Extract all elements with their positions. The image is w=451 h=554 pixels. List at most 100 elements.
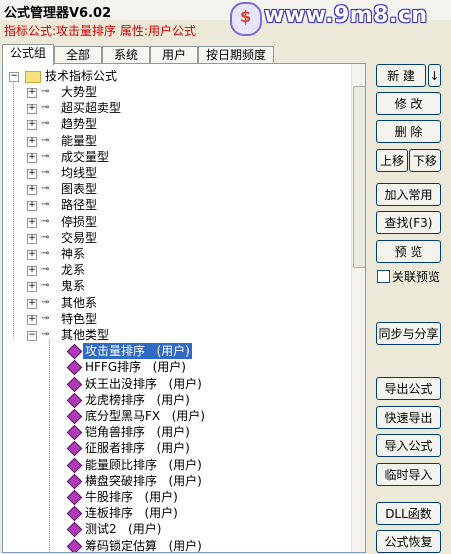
folder-icon	[25, 71, 41, 83]
tree-formula-label: 连板排序 (用户)	[83, 505, 180, 521]
window-title: 公式管理器V6.02	[4, 6, 112, 21]
move-down-button[interactable]: 下移	[409, 149, 441, 172]
tree-group[interactable]: + ⊸ 交易型	[3, 230, 343, 246]
tree-formula[interactable]: 横盘突破排序 (用户)	[3, 473, 343, 490]
dll-function-button[interactable]: DLL函数	[376, 502, 441, 525]
collapse-icon[interactable]: −	[9, 72, 19, 82]
formula-attr: (用户)	[156, 441, 190, 456]
scrollbar-thumb[interactable]	[353, 86, 365, 268]
temp-import-button[interactable]: 临时导入	[376, 463, 441, 486]
tree-group[interactable]: + ⊸ 龙系	[3, 262, 343, 278]
tree-group[interactable]: + ⊸ 成交量型	[3, 149, 343, 165]
key-icon: ⊸	[41, 86, 50, 97]
tree-group[interactable]: + ⊸ 停损型	[3, 214, 343, 230]
tree-formula[interactable]: 连板排序 (用户)	[3, 505, 343, 522]
formula-name: 牛股排序	[85, 490, 134, 504]
vertical-scrollbar[interactable]	[351, 64, 365, 552]
tree-group[interactable]: + ⊸ 特色型	[3, 311, 343, 327]
new-dropdown-button[interactable]: ↓	[428, 64, 441, 87]
formula-restore-button[interactable]: 公式恢复	[376, 530, 441, 553]
tab-system[interactable]: 系统	[102, 46, 150, 64]
tab-all[interactable]: 全部	[54, 46, 102, 64]
quick-export-button[interactable]: 快速导出	[376, 406, 441, 429]
tree-formula[interactable]: 妖王出没排序 (用户)	[3, 376, 343, 392]
tree-formula[interactable]: 能量顾比排序 (用户)	[3, 457, 343, 473]
tree-group-label: 停损型	[61, 214, 98, 229]
formula-icon	[66, 457, 83, 473]
formula-attr: (用户)	[168, 538, 202, 553]
tree-group[interactable]: + ⊸ 路径型	[3, 197, 343, 213]
expand-icon[interactable]: +	[27, 233, 37, 244]
expand-icon[interactable]: +	[27, 266, 37, 277]
expand-icon[interactable]: +	[27, 314, 37, 325]
tree-formula[interactable]: 底分型黑马FX (用户)	[3, 408, 343, 425]
expand-icon[interactable]: +	[27, 201, 37, 212]
tree-group[interactable]: + ⊸ 趋势型	[3, 116, 343, 132]
tree-formula[interactable]: 牛股排序 (用户)	[3, 489, 343, 506]
tree-group-label: 图表型	[61, 182, 98, 197]
modify-button[interactable]: 修 改	[376, 92, 441, 115]
formula-attr: (用户)	[168, 473, 202, 488]
tree-formula[interactable]: HFFG排序 (用户)	[3, 359, 343, 376]
add-common-button[interactable]: 加入常用	[376, 183, 441, 206]
formula-attr: (用户)	[152, 360, 186, 375]
tree-group-label: 超买超卖型	[61, 101, 122, 116]
tree-formula-label: 铠角兽排序 (用户)	[83, 424, 192, 440]
tree-group[interactable]: + ⊸ 图表型	[3, 181, 343, 197]
expand-icon[interactable]: +	[27, 217, 37, 228]
expand-icon[interactable]: +	[27, 104, 37, 115]
tree-formula[interactable]: 铠角兽排序 (用户)	[3, 424, 343, 441]
tree-group[interactable]: + ⊸ 鬼系	[3, 278, 343, 294]
tree-group-label: 其他类型	[61, 328, 110, 342]
link-preview-checkbox[interactable]	[377, 270, 390, 283]
tree-root[interactable]: − 技术指标公式	[3, 68, 343, 84]
formula-icon	[66, 522, 83, 538]
tree-group-label: 交易型	[61, 230, 98, 245]
tab-user[interactable]: 用户	[150, 46, 198, 64]
tree-formula-label: 牛股排序 (用户)	[83, 489, 180, 505]
expand-icon[interactable]: +	[27, 136, 37, 147]
find-button[interactable]: 查找(F3)	[376, 211, 441, 234]
tree-group[interactable]: + ⊸ 其他系	[3, 295, 343, 311]
expand-icon[interactable]: +	[27, 120, 37, 131]
formula-info: 指标公式:攻击量排序 属性:用户公式	[4, 22, 196, 39]
preview-button[interactable]: 预 览	[376, 240, 441, 263]
tree-group[interactable]: + ⊸ 均线型	[3, 165, 343, 181]
tab-by-date-freq[interactable]: 按日期频度	[198, 46, 274, 64]
tree-formula[interactable]: 龙虎榜排序 (用户)	[3, 392, 343, 409]
tree-root-label: 技术指标公式	[45, 69, 118, 83]
move-up-button[interactable]: 上移	[376, 149, 408, 172]
collapse-icon[interactable]: −	[27, 331, 37, 341]
tree-group[interactable]: + ⊸ 大势型	[3, 84, 343, 100]
delete-button[interactable]: 删 除	[376, 120, 441, 143]
expand-icon[interactable]: +	[27, 152, 37, 163]
expand-icon[interactable]: +	[27, 88, 37, 98]
formula-attr: (用户)	[156, 425, 190, 440]
new-button[interactable]: 新 建	[376, 64, 426, 87]
export-formula-button[interactable]: 导出公式	[376, 377, 441, 400]
sync-share-button[interactable]: 同步与分享	[376, 322, 441, 345]
tree-group[interactable]: + ⊸ 超买超卖型	[3, 100, 343, 116]
formula-icon	[66, 441, 83, 457]
tree-formula[interactable]: 测试2 (用户)	[3, 521, 343, 538]
expand-icon[interactable]: +	[27, 282, 37, 293]
tree-formula-label: 龙虎榜排序 (用户)	[83, 392, 192, 408]
tree-group[interactable]: + ⊸ 神系	[3, 246, 343, 262]
expand-icon[interactable]: +	[27, 250, 37, 260]
tab-formula-group[interactable]: 公式组	[2, 44, 54, 65]
link-preview-label: 关联预览	[392, 270, 441, 284]
formula-attr: (用户)	[168, 376, 202, 391]
info-formula-name: 攻击量排序	[56, 24, 117, 38]
expand-icon[interactable]: +	[27, 185, 37, 196]
formula-icon	[66, 360, 83, 376]
tree-formula[interactable]: 征服者排序 (用户)	[3, 440, 343, 457]
formula-attr: (用户)	[144, 506, 178, 521]
tree-group-label: 均线型	[61, 166, 98, 180]
tree-group[interactable]: − ⊸ 其他类型	[3, 327, 343, 343]
expand-icon[interactable]: +	[27, 298, 37, 309]
import-formula-button[interactable]: 导入公式	[376, 434, 441, 457]
tree-group[interactable]: + ⊸ 能量型	[3, 133, 343, 149]
formula-tree[interactable]: − 技术指标公式 + ⊸ 大势型 + ⊸ 超买超卖型 + ⊸ 趋势型 + ⊸ 能量型 + ⊸ 成交量型 + ⊸ 均线型…	[2, 63, 366, 553]
expand-icon[interactable]: +	[27, 169, 37, 179]
tree-formula[interactable]: 攻击量排序 (用户)	[3, 343, 343, 360]
